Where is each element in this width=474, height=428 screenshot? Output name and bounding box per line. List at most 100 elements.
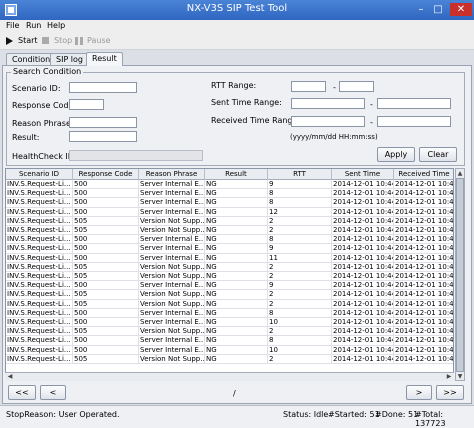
table-row[interactable]: INV.S.Request-Li... 505 Version Not Supp..… <box>6 272 454 282</box>
table-row[interactable]: INV.S.Request-Li... 505 Version Not Supp..… <box>6 290 453 300</box>
table-row[interactable]: INV.S.Request-Li... 505 Version Not Supp..… <box>6 262 453 272</box>
table-cell: 2014-12-01 10:44... <box>395 253 454 262</box>
play-icon <box>6 37 13 45</box>
table-row[interactable]: INV.S.Request-Li... 505 Version Not Supp..… <box>6 327 453 337</box>
table-row[interactable]: INV.S.Request-Li... 500 Server Internal E.… <box>6 318 453 328</box>
vertical-scrollbar-thumb[interactable] <box>456 178 464 372</box>
table-cell: 2 <box>268 272 332 282</box>
start-button[interactable]: Start <box>4 34 38 48</box>
table-cell: 2014-12-01 10:44... <box>332 327 394 337</box>
maximize-icon[interactable]: □ <box>431 3 445 16</box>
table-cell: 12 <box>268 207 332 217</box>
table-row[interactable]: INV.S.Request-Li... 505 Version Not Supp..… <box>6 226 453 236</box>
tab-condition[interactable]: Condition <box>6 53 57 65</box>
column-header[interactable]: Received Time <box>394 169 453 180</box>
table-cell: 505 <box>73 216 139 226</box>
menu-file[interactable]: File <box>6 20 19 32</box>
column-header[interactable]: RTT <box>268 169 332 180</box>
table-cell: 2014-12-01 10:44... <box>395 207 454 216</box>
table-cell: 2 <box>268 290 332 300</box>
table-row[interactable]: INV.S.Request-Li... 500 Server Internal E.… <box>6 244 453 254</box>
table-row[interactable]: INV.S.Request-Li... 500 Server Internal E.… <box>6 336 453 346</box>
received-time-to-input[interactable] <box>377 116 451 127</box>
table-cell: Server Internal E... <box>140 235 205 245</box>
response-code-input[interactable] <box>69 99 104 110</box>
table-row[interactable]: INV.S.Request-Li... 500 Server Internal E.… <box>6 189 453 199</box>
table-row[interactable]: INV.S.Request-Li... 500 Server Internal E.… <box>6 235 453 245</box>
table-cell: 505 <box>73 290 139 300</box>
table-cell: INV.S.Request-Li... <box>6 308 73 318</box>
healthcheck-id-input[interactable] <box>69 150 203 161</box>
table-cell: 8 <box>268 198 332 208</box>
reason-phrase-label: Reason Phrase: <box>12 119 74 128</box>
table-row[interactable]: INV.S.Request-Li... 505 Version Not Supp..… <box>6 299 453 309</box>
table-cell: 505 <box>73 354 139 364</box>
table-cell: 2014-12-01 10:44... <box>395 272 454 280</box>
table-cell: NG <box>205 299 268 309</box>
table-cell: Server Internal E... <box>140 244 205 254</box>
horizontal-scrollbar[interactable] <box>5 372 454 381</box>
minimize-icon[interactable]: – <box>414 3 428 16</box>
table-row[interactable]: INV.S.Request-Li... 505 Version Not Supp..… <box>6 216 453 226</box>
pause-button[interactable]: Pause <box>73 34 111 48</box>
scenario-id-input[interactable] <box>69 82 137 93</box>
table-row[interactable]: INV.S.Request-Li... 500 Server Internal E.… <box>6 281 453 291</box>
table-cell: INV.S.Request-Li... <box>6 281 73 291</box>
table-cell: 505 <box>73 226 139 236</box>
tab-sip-log[interactable]: SIP log <box>50 53 89 65</box>
table-cell: 2014-12-01 10:44... <box>332 235 394 245</box>
column-header[interactable]: Sent Time <box>332 169 394 180</box>
received-time-from-input[interactable] <box>291 116 365 127</box>
result-input[interactable] <box>69 131 137 142</box>
column-header[interactable]: Result <box>205 169 268 180</box>
table-cell: 500 <box>73 318 139 328</box>
column-header[interactable]: Response Code <box>73 169 139 180</box>
sent-time-from-input[interactable] <box>291 98 365 109</box>
sent-time-to-input[interactable] <box>377 98 451 109</box>
rtt-range-min-input[interactable] <box>291 81 326 92</box>
table-cell: 500 <box>73 253 139 263</box>
table-cell: NG <box>205 244 268 254</box>
previous-page-button[interactable]: < <box>40 385 66 400</box>
stop-button[interactable]: Stop <box>40 34 72 48</box>
table-cell: Server Internal E... <box>140 180 205 190</box>
table-cell: 2014-12-01 10:44... <box>332 244 394 254</box>
tab-result[interactable]: Result <box>86 52 123 66</box>
table-cell: 500 <box>73 244 139 254</box>
scroll-up-icon[interactable]: ▲ <box>456 169 464 178</box>
reason-phrase-input[interactable] <box>69 117 137 128</box>
table-cell: 9 <box>268 180 332 190</box>
table-cell: NG <box>205 262 268 272</box>
table-row[interactable]: INV.S.Request-Li... 500 Server Internal E.… <box>6 180 453 190</box>
table-cell: 10 <box>268 345 332 355</box>
first-page-button[interactable]: << <box>8 385 36 400</box>
next-page-button[interactable]: > <box>406 385 432 400</box>
scroll-left-icon[interactable]: ◀ <box>6 372 14 381</box>
table-cell: 2014-12-01 10:44... <box>332 345 394 355</box>
close-icon[interactable]: ✕ <box>450 3 472 16</box>
sent-time-range-separator: - <box>370 100 373 109</box>
table-row[interactable]: INV.S.Request-Li... 500 Server Internal E.… <box>6 253 454 263</box>
table-cell: INV.S.Request-Li... <box>6 318 73 328</box>
table-cell: 2014-12-01 10:44... <box>395 354 454 363</box>
table-row[interactable]: INV.S.Request-Li... 500 Server Internal E.… <box>6 207 454 217</box>
column-header[interactable]: Scenario ID <box>6 169 73 180</box>
rtt-range-max-input[interactable] <box>339 81 374 92</box>
apply-button[interactable]: Apply <box>377 147 415 162</box>
table-row[interactable]: INV.S.Request-Li... 500 Server Internal E.… <box>6 345 453 355</box>
table-row[interactable]: INV.S.Request-Li... 505 Version Not Supp..… <box>6 354 454 364</box>
last-page-button[interactable]: >> <box>436 385 464 400</box>
table-row[interactable]: INV.S.Request-Li... 500 Server Internal E.… <box>6 308 453 318</box>
table-cell: INV.S.Request-Li... <box>6 336 73 346</box>
table-cell: NG <box>205 290 268 300</box>
scroll-down-icon[interactable]: ▼ <box>456 372 464 381</box>
clear-button[interactable]: Clear <box>419 147 457 162</box>
table-cell: INV.S.Request-Li... <box>6 327 73 337</box>
table-cell: 2 <box>268 327 332 337</box>
scroll-right-icon[interactable]: ▶ <box>445 372 453 381</box>
table-cell: NG <box>205 216 268 226</box>
column-header[interactable]: Reason Phrase <box>139 169 205 180</box>
menu-run[interactable]: Run <box>26 20 41 32</box>
menu-help[interactable]: Help <box>47 20 65 32</box>
table-row[interactable]: INV.S.Request-Li... 500 Server Internal E.… <box>6 198 453 208</box>
